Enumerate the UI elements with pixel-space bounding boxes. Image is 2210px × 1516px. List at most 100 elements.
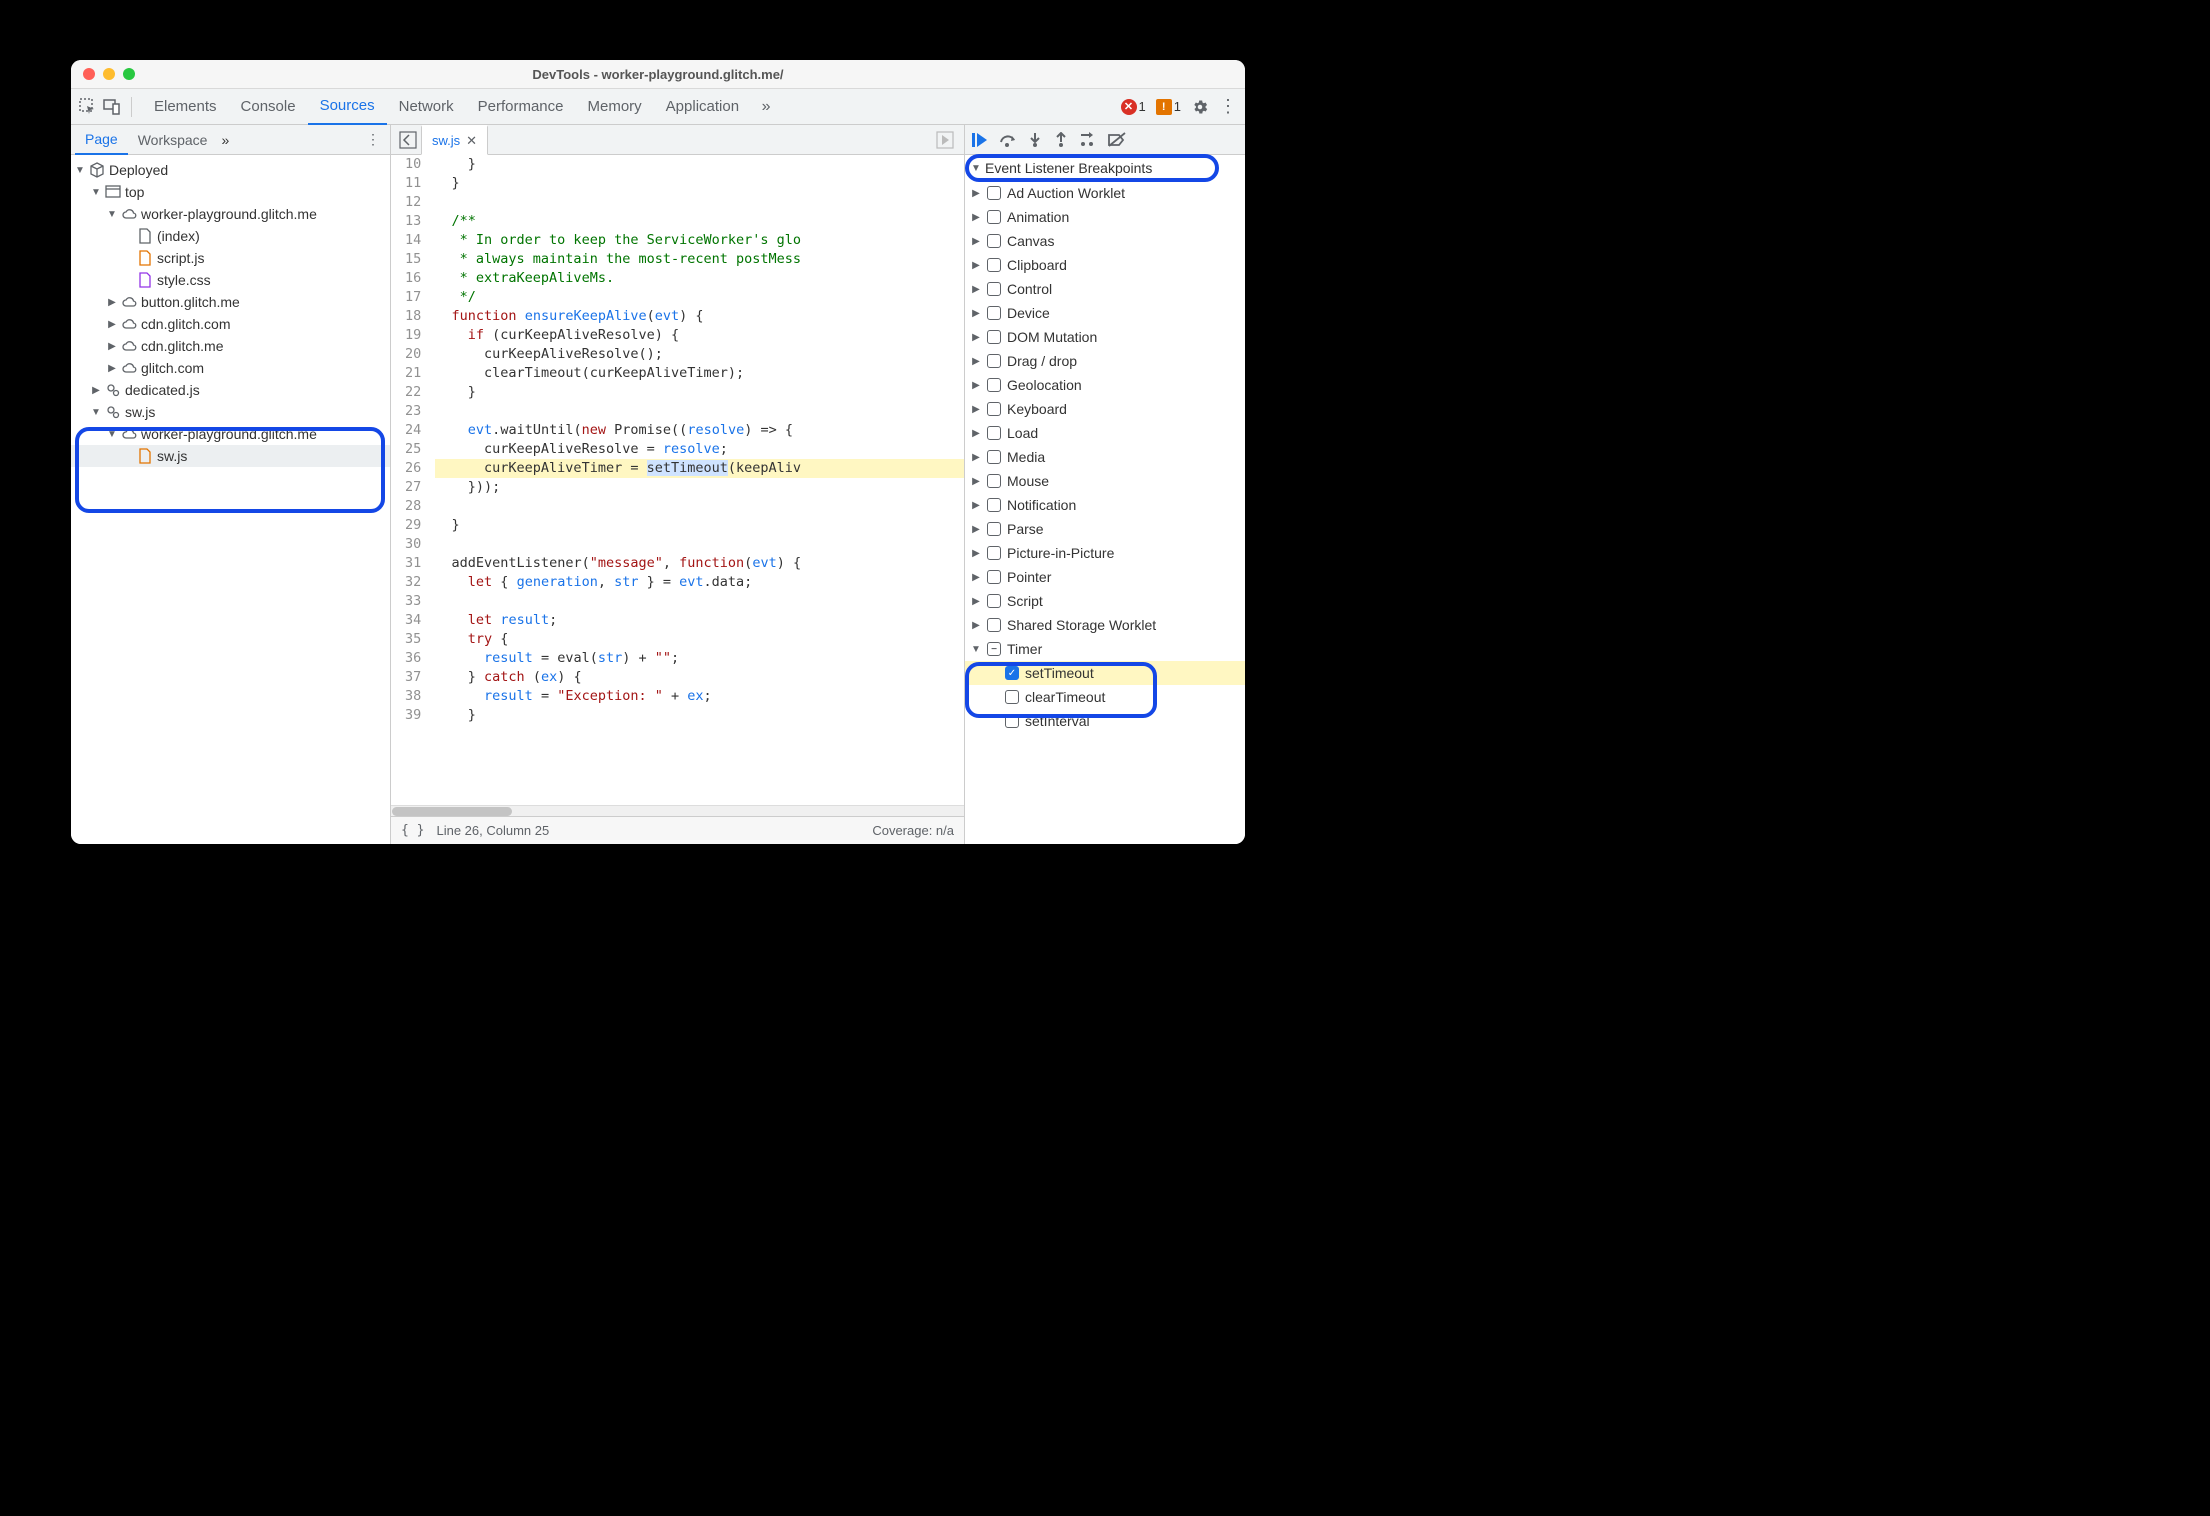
checkbox[interactable] (987, 618, 1001, 632)
checkbox[interactable] (987, 546, 1001, 560)
tree-item-label: top (125, 184, 144, 200)
checkbox[interactable] (987, 378, 1001, 392)
bp-category[interactable]: ▶Script (965, 589, 1245, 613)
device-toggle-icon[interactable] (103, 98, 121, 116)
checkbox[interactable] (987, 354, 1001, 368)
step-into-icon[interactable] (1027, 132, 1043, 148)
tab-performance[interactable]: Performance (466, 89, 576, 125)
bp-category[interactable]: ▶Notification (965, 493, 1245, 517)
tab-network[interactable]: Network (387, 89, 466, 125)
run-snippet-icon[interactable] (930, 131, 960, 149)
bp-category[interactable]: ▶Pointer (965, 565, 1245, 589)
tree-item[interactable]: ▼sw.js (71, 401, 390, 423)
editor-nav-icon[interactable] (395, 131, 421, 149)
checkbox[interactable] (987, 282, 1001, 296)
checkbox[interactable] (987, 234, 1001, 248)
bp-category[interactable]: ▶Load (965, 421, 1245, 445)
pretty-print-icon[interactable]: { } (401, 823, 424, 838)
checkbox[interactable] (987, 186, 1001, 200)
bp-category[interactable]: ▶Keyboard (965, 397, 1245, 421)
code-editor[interactable]: 1011121314151617181920212223242526272829… (391, 155, 964, 805)
editor-tab-swjs[interactable]: sw.js ✕ (421, 125, 488, 155)
bp-item[interactable]: ✓setTimeout (965, 661, 1245, 685)
checkbox[interactable] (987, 474, 1001, 488)
bp-category[interactable]: ▶Clipboard (965, 253, 1245, 277)
resume-icon[interactable] (971, 132, 989, 148)
bp-category[interactable]: ▶DOM Mutation (965, 325, 1245, 349)
tree-item[interactable]: ▶cdn.glitch.com (71, 313, 390, 335)
code-content[interactable]: } } /** * In order to keep the ServiceWo… (429, 155, 964, 805)
bp-category[interactable]: ▶Picture-in-Picture (965, 541, 1245, 565)
checkbox[interactable] (987, 594, 1001, 608)
horizontal-scrollbar[interactable] (391, 805, 964, 816)
checkbox[interactable] (987, 426, 1001, 440)
tab-application[interactable]: Application (654, 89, 751, 125)
bp-category[interactable]: ▶Mouse (965, 469, 1245, 493)
step-icon[interactable] (1079, 132, 1097, 148)
bp-category[interactable]: ▶Ad Auction Worklet (965, 181, 1245, 205)
bp-category-timer[interactable]: ▼Timer (965, 637, 1245, 661)
tree-item[interactable]: ▼Deployed (71, 159, 390, 181)
checkbox[interactable] (987, 402, 1001, 416)
warning-count[interactable]: !1 (1156, 99, 1181, 115)
tree-item[interactable]: ▼worker-playground.glitch.me (71, 203, 390, 225)
tab-memory[interactable]: Memory (576, 89, 654, 125)
file-tree[interactable]: ▼Deployed▼top▼worker-playground.glitch.m… (71, 155, 390, 844)
close-tab-icon[interactable]: ✕ (466, 133, 477, 149)
navigator-tab-workspace[interactable]: Workspace (128, 125, 218, 155)
checkbox[interactable] (987, 210, 1001, 224)
checkbox[interactable] (987, 642, 1001, 656)
bp-label: Clipboard (1007, 257, 1067, 273)
checkbox[interactable] (987, 498, 1001, 512)
bp-category[interactable]: ▶Control (965, 277, 1245, 301)
tree-item[interactable]: ▶dedicated.js (71, 379, 390, 401)
checkbox[interactable] (987, 258, 1001, 272)
tree-item[interactable]: style.css (71, 269, 390, 291)
deactivate-breakpoints-icon[interactable] (1107, 132, 1127, 148)
checkbox[interactable] (987, 522, 1001, 536)
checkbox[interactable] (987, 570, 1001, 584)
tree-item[interactable]: ▼top (71, 181, 390, 203)
bp-item[interactable]: setInterval (965, 709, 1245, 733)
tree-item[interactable]: ▼worker-playground.glitch.me (71, 423, 390, 445)
cursor-position: Line 26, Column 25 (436, 823, 549, 838)
bp-category[interactable]: ▶Drag / drop (965, 349, 1245, 373)
checkbox[interactable]: ✓ (1005, 666, 1019, 680)
breakpoint-list[interactable]: ▶Ad Auction Worklet▶Animation▶Canvas▶Cli… (965, 181, 1245, 844)
settings-icon[interactable] (1191, 98, 1209, 116)
checkbox[interactable] (987, 450, 1001, 464)
step-out-icon[interactable] (1053, 132, 1069, 148)
bp-category[interactable]: ▶Device (965, 301, 1245, 325)
tab-console[interactable]: Console (229, 89, 308, 125)
tab-elements[interactable]: Elements (142, 89, 229, 125)
kebab-menu-icon[interactable] (1219, 98, 1237, 116)
checkbox[interactable] (987, 330, 1001, 344)
tree-item[interactable]: ▶cdn.glitch.me (71, 335, 390, 357)
tree-item[interactable]: (index) (71, 225, 390, 247)
more-tabs-icon[interactable]: » (757, 98, 775, 116)
tree-item[interactable]: ▶button.glitch.me (71, 291, 390, 313)
inspect-icon[interactable] (79, 98, 97, 116)
navigator-more-icon[interactable]: » (221, 132, 229, 148)
bp-category[interactable]: ▶Animation (965, 205, 1245, 229)
step-over-icon[interactable] (999, 132, 1017, 148)
bp-category[interactable]: ▶Parse (965, 517, 1245, 541)
tree-item[interactable]: sw.js (71, 445, 390, 467)
checkbox[interactable] (1005, 714, 1019, 728)
checkbox[interactable] (1005, 690, 1019, 704)
tab-sources[interactable]: Sources (308, 89, 387, 125)
bp-category[interactable]: ▶Geolocation (965, 373, 1245, 397)
editor-tab-label: sw.js (432, 133, 460, 148)
bp-category[interactable]: ▶Shared Storage Worklet (965, 613, 1245, 637)
expand-icon: ▼ (75, 165, 85, 176)
bp-category[interactable]: ▶Media (965, 445, 1245, 469)
checkbox[interactable] (987, 306, 1001, 320)
tree-item[interactable]: ▶glitch.com (71, 357, 390, 379)
tree-item[interactable]: script.js (71, 247, 390, 269)
navigator-tab-page[interactable]: Page (75, 125, 128, 155)
error-count[interactable]: ✕1 (1121, 99, 1146, 115)
bp-category[interactable]: ▶Canvas (965, 229, 1245, 253)
event-listener-section-header[interactable]: ▼ Event Listener Breakpoints (965, 155, 1245, 181)
bp-item[interactable]: clearTimeout (965, 685, 1245, 709)
navigator-kebab-icon[interactable] (360, 131, 386, 148)
